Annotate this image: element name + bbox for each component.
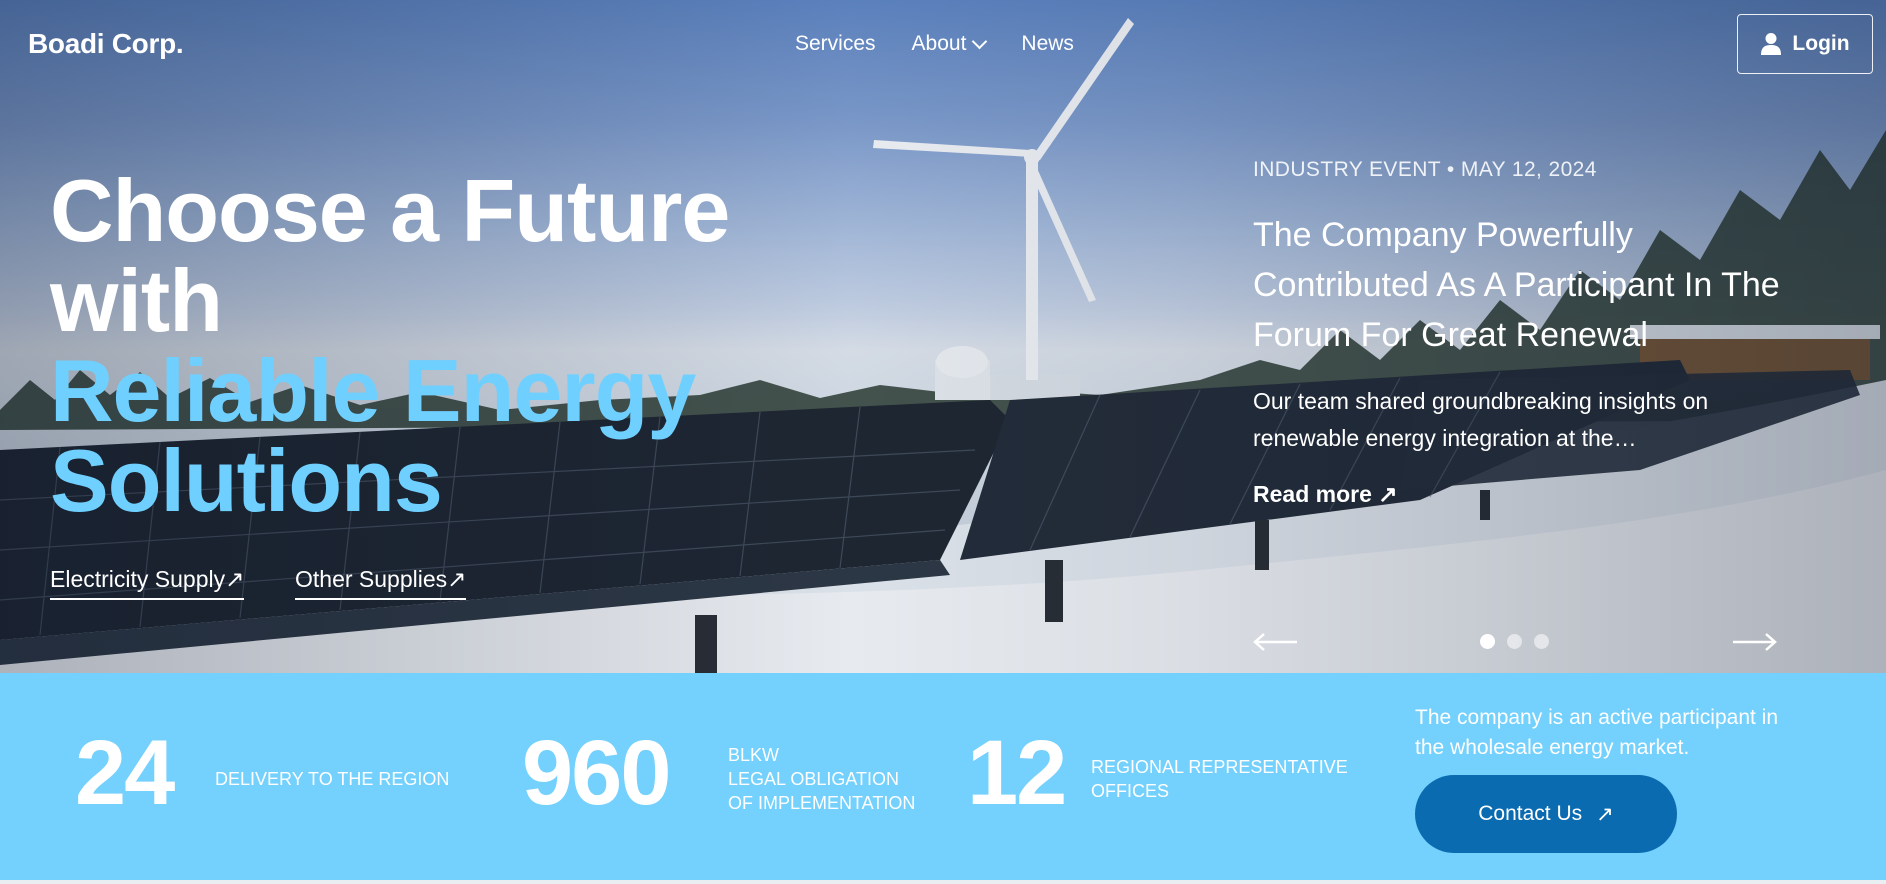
headline-line-1: Choose a Future [50,161,730,260]
login-label: Login [1792,32,1850,55]
nav-item-news[interactable]: News [1021,32,1074,56]
stat-number: 12 [967,722,1067,824]
headline-line-3: Reliable Energy [50,341,696,440]
stat-number: 24 [75,722,175,824]
arrow-left-icon[interactable] [1253,632,1299,652]
arrow-up-right-icon: ↗ [1596,802,1614,826]
stats-bar: 24 DELIVERY TO THE REGION 960 BLKW LEGAL… [0,673,1886,884]
stat-label: DELIVERY TO THE REGION [215,767,449,791]
arrow-up-right-icon: ↗ [447,566,467,592]
slider-dots [1480,634,1549,649]
slide-dot-3[interactable] [1534,634,1549,649]
stats-description: The company is an active participant in … [1415,706,1779,759]
headline-line-4: Solutions [50,431,443,530]
brand-logo[interactable]: Boadi Corp. [28,28,184,60]
link-label: Electricity Supply [50,566,226,592]
nav-item-label: News [1021,32,1074,55]
stat-label-line: LEGAL OBLIGATION [728,769,900,789]
news-excerpt: Our team shared groundbreaking insights … [1253,388,1709,451]
main-nav: Services About News [795,32,1074,56]
hero-headline: Choose a Future with Reliable Energy Sol… [50,161,730,530]
link-label: Other Supplies [295,566,448,592]
news-title: The Company Powerfully Contributed As A … [1253,216,1780,354]
contact-us-button[interactable]: Contact Us ↗ [1415,775,1677,853]
stat-label-line: OFFICES [1091,781,1170,801]
headline-line-2: with [50,251,223,350]
user-icon [1761,33,1782,55]
stat-label-line: REGIONAL REPRESENTATIVE [1091,757,1348,777]
arrow-right-icon[interactable] [1731,632,1777,652]
slide-dot-2[interactable] [1507,634,1522,649]
chevron-down-icon [972,33,988,50]
nav-item-label: About [911,32,967,55]
stat-label: BLKW LEGAL OBLIGATION OF IMPLEMENTATION [728,743,915,815]
slide-dot-1[interactable] [1480,634,1495,649]
stat-label-line: DELIVERY TO THE REGION [215,769,450,789]
landing-page: Boadi Corp. Services About News Login Ch… [0,0,1886,884]
electricity-supply-link[interactable]: Electricity Supply↗ [50,566,245,600]
read-more-link[interactable]: Read more ↗ [1253,481,1398,508]
nav-item-about[interactable]: About [911,32,988,56]
nav-item-services[interactable]: Services [795,32,876,56]
contact-label: Contact Us [1478,802,1583,825]
arrow-up-right-icon: ↗ [225,566,245,592]
stat-label-line: OF IMPLEMENTATION [728,793,916,813]
nav-item-label: Services [795,32,876,55]
stat-label-line: BLKW [728,745,780,765]
news-meta: INDUSTRY EVENT • MAY 12, 2024 [1253,158,1597,181]
stat-number: 960 [522,722,671,824]
page-bottom-divider [0,880,1886,884]
hero-section: Boadi Corp. Services About News Login Ch… [0,0,1886,673]
stat-label: REGIONAL REPRESENTATIVE OFFICES [1091,755,1348,803]
login-button[interactable]: Login [1737,14,1873,74]
other-supplies-link[interactable]: Other Supplies↗ [295,566,467,600]
